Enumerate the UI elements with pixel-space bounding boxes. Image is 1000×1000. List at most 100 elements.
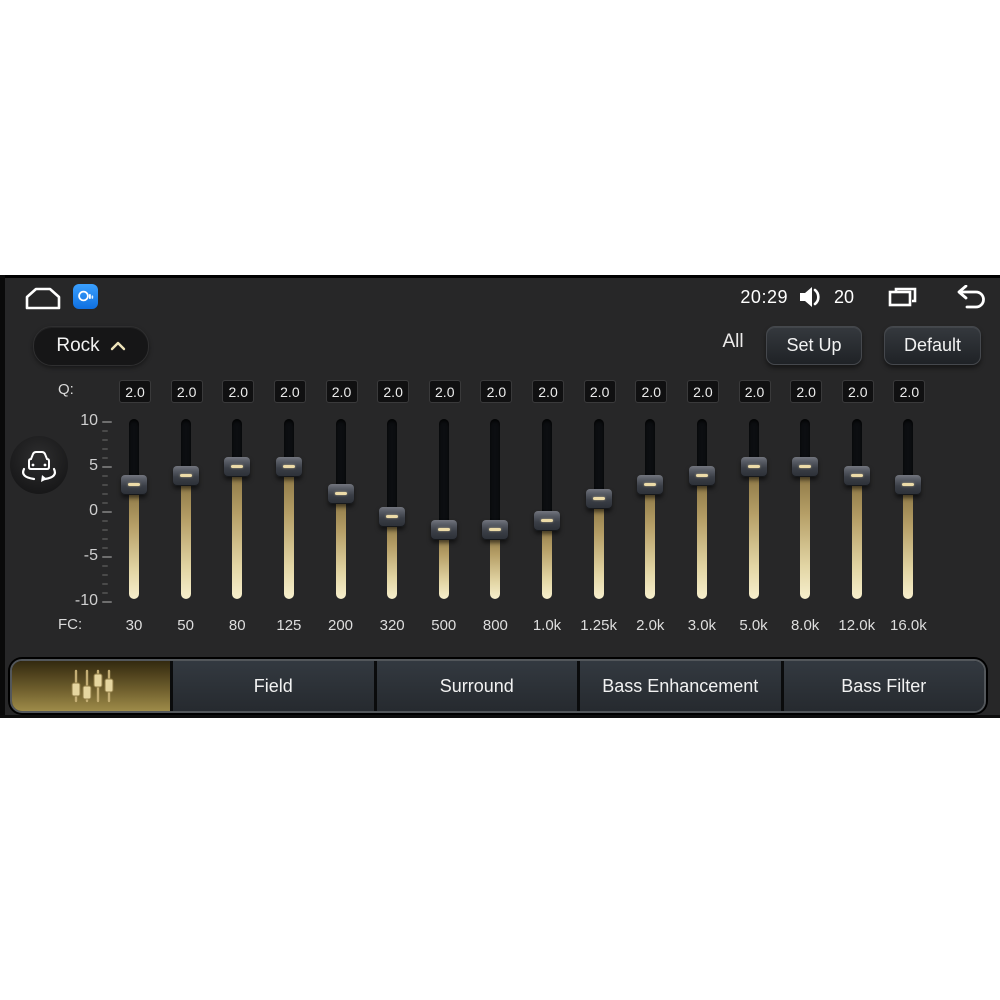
q-value[interactable]: 2.0 (325, 380, 358, 403)
slider-fill (438, 530, 449, 599)
slider-handle[interactable] (327, 484, 354, 504)
slider-fill (232, 467, 243, 599)
band-frequency: 320 (379, 617, 405, 634)
band-frequency: 1.0k (532, 617, 562, 634)
band-frequency: 800 (482, 617, 508, 634)
band-frequency: 80 (228, 617, 246, 634)
slider-handle[interactable] (121, 475, 147, 495)
band-frequency: 50 (177, 617, 194, 634)
slider-handle[interactable] (688, 466, 715, 486)
eq-band-12.0k: 2.0 12.0k (831, 275, 883, 655)
eq-band-50: 2.0 50 (160, 275, 212, 655)
tab-bass-filter[interactable]: Bass Filter (780, 661, 984, 711)
q-value[interactable]: 2.0 (893, 380, 926, 403)
axis-label: 10 (80, 412, 98, 429)
slider-handle[interactable] (430, 520, 457, 540)
slider-handle[interactable] (792, 457, 819, 477)
band-frequency: 1.25k (580, 617, 617, 634)
slider-handle[interactable] (534, 511, 560, 531)
q-value[interactable]: 2.0 (377, 380, 410, 403)
eq-band-320: 2.0 320 (366, 275, 418, 655)
slider-fill (283, 467, 294, 599)
q-value[interactable]: 2.0 (738, 380, 771, 403)
band-frequency: 500 (431, 617, 457, 634)
slider-fill (335, 494, 346, 599)
slider-fill (490, 530, 501, 599)
eq-band-125: 2.0 125 (263, 275, 315, 655)
slider-fill (800, 467, 811, 599)
q-value[interactable]: 2.0 (583, 380, 616, 403)
home-button[interactable] (24, 285, 62, 311)
car-sound-position-button[interactable] (9, 435, 69, 495)
slider-fill (748, 467, 759, 599)
eq-band-80: 2.0 80 (211, 275, 263, 655)
band-frequency: 30 (125, 617, 143, 634)
eq-band-200: 2.0 200 (315, 275, 367, 655)
eq-band-3.0k: 2.0 3.0k (676, 275, 728, 655)
q-value[interactable]: 2.0 (119, 380, 151, 403)
eq-band-800: 2.0 800 (469, 275, 521, 655)
q-value[interactable]: 2.0 (273, 380, 306, 403)
eq-band-1.0k: 2.0 1.0k (521, 275, 573, 655)
band-frequency: 2.0k (636, 617, 665, 634)
slider-handle[interactable] (275, 457, 302, 477)
band-frequency: 3.0k (687, 617, 717, 634)
voice-assistant-app-button[interactable] (73, 284, 98, 309)
tab-surround[interactable]: Surround (373, 661, 577, 711)
eq-band-8.0k: 2.0 8.0k (779, 275, 831, 655)
band-frequency: 200 (327, 617, 354, 634)
axis-label: 0 (89, 502, 98, 519)
q-value[interactable]: 2.0 (635, 380, 668, 403)
slider-handle[interactable] (482, 520, 509, 540)
slider-fill (180, 476, 191, 599)
q-value[interactable]: 2.0 (686, 380, 719, 403)
equalizer-screen: 20:29 20 Rock All Set Up Default Q: FC: … (0, 275, 1000, 718)
eq-band-500: 2.0 500 (418, 275, 470, 655)
back-icon[interactable] (952, 285, 986, 309)
eq-band-2.0k: 2.0 2.0k (624, 275, 676, 655)
slider-fill (851, 476, 862, 599)
car-surround-icon (9, 435, 69, 495)
slider-handle[interactable] (379, 506, 406, 527)
slider-fill (645, 485, 656, 599)
slider-fill (593, 498, 604, 599)
slider-fill (903, 485, 914, 599)
slider-handle[interactable] (843, 466, 870, 486)
slider-handle[interactable] (224, 457, 251, 477)
eq-band-5.0k: 2.0 5.0k (728, 275, 780, 655)
slider-handle[interactable] (585, 488, 612, 509)
slider-fill (387, 516, 398, 599)
band-frequency: 16.0k (890, 617, 927, 634)
band-frequency: 12.0k (838, 617, 876, 634)
slider-fill (129, 485, 139, 599)
tab-equalizer[interactable] (12, 661, 170, 711)
slider-fill (542, 521, 552, 599)
axis-label: -10 (74, 592, 98, 609)
eq-band-30: 2.0 30 (108, 275, 160, 655)
q-value[interactable]: 2.0 (841, 380, 874, 403)
q-row-label: Q: (58, 381, 74, 398)
fc-row-label: FC: (58, 616, 83, 633)
q-value[interactable]: 2.0 (222, 380, 255, 403)
home-icon (24, 285, 62, 311)
tab-field[interactable]: Field (170, 661, 374, 711)
q-value[interactable]: 2.0 (428, 380, 461, 403)
slider-handle[interactable] (172, 466, 199, 486)
eq-band-16.0k: 2.0 16.0k (882, 275, 934, 655)
bottom-tab-bar: Field Surround Bass Enhancement Bass Fil… (10, 659, 986, 713)
screen-edge (0, 275, 5, 718)
slider-handle[interactable] (895, 475, 922, 495)
q-value[interactable]: 2.0 (480, 380, 513, 403)
preset-label: Rock (56, 335, 100, 356)
band-frequency: 125 (276, 617, 302, 634)
equalizer-sliders-icon (67, 668, 115, 704)
slider-handle[interactable] (637, 475, 664, 495)
eq-band-1.25k: 2.0 1.25k (573, 275, 625, 655)
band-frequency: 5.0k (739, 617, 768, 634)
tab-bass-enhancement[interactable]: Bass Enhancement (577, 661, 781, 711)
q-value[interactable]: 2.0 (170, 380, 203, 403)
q-value[interactable]: 2.0 (790, 380, 823, 403)
voice-assistant-app-icon (77, 288, 94, 305)
q-value[interactable]: 2.0 (532, 380, 564, 403)
slider-handle[interactable] (740, 457, 767, 477)
